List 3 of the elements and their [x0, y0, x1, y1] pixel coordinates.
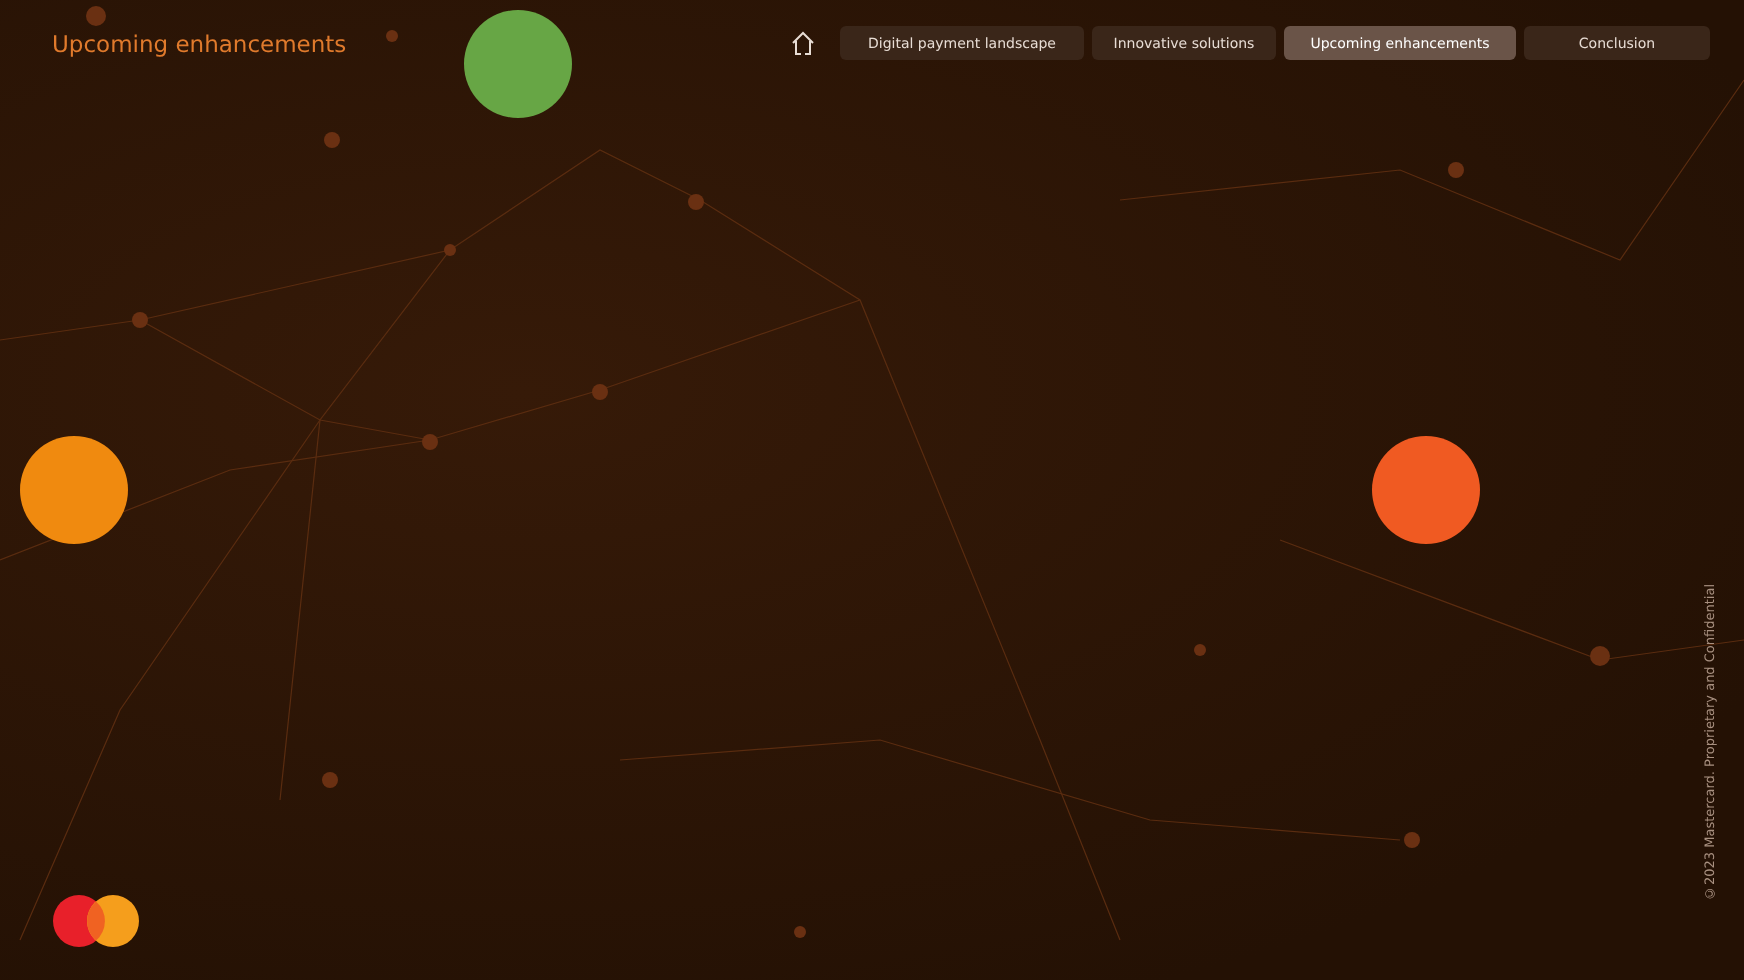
logo-icon: [52, 894, 140, 948]
slide-title: Upcoming enhancements: [52, 29, 349, 57]
home-icon[interactable]: [790, 30, 816, 56]
